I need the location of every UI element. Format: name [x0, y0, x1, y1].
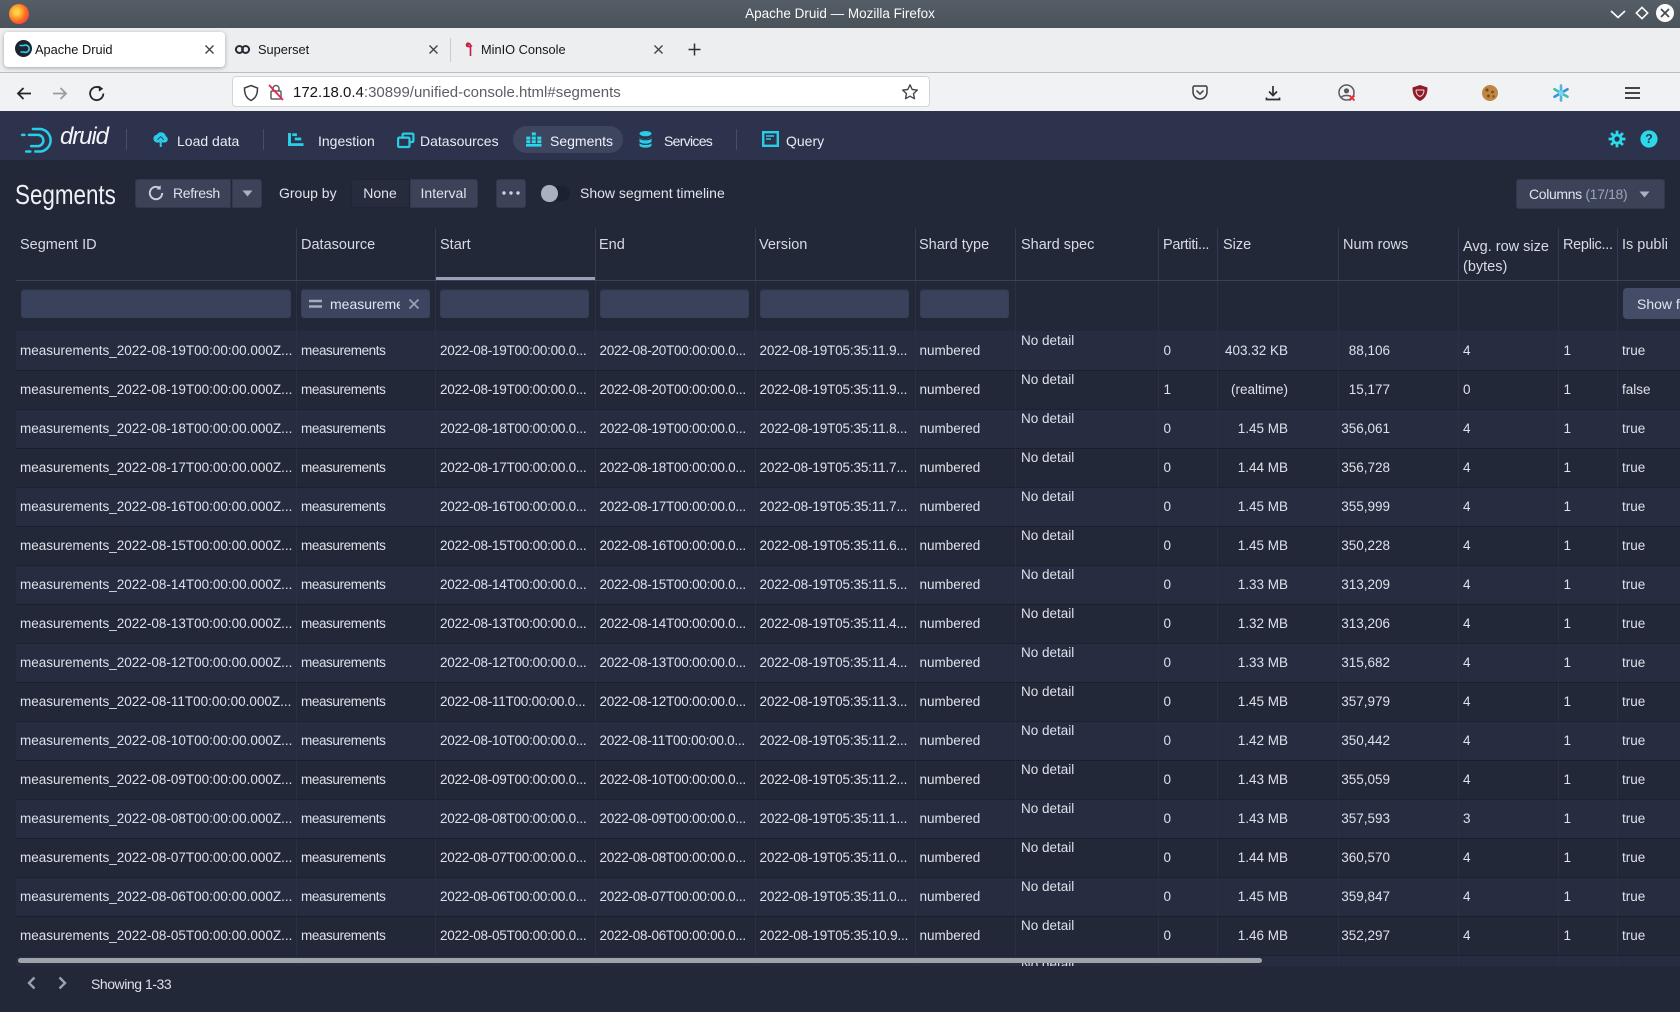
svg-text:?: ?: [1645, 132, 1653, 146]
